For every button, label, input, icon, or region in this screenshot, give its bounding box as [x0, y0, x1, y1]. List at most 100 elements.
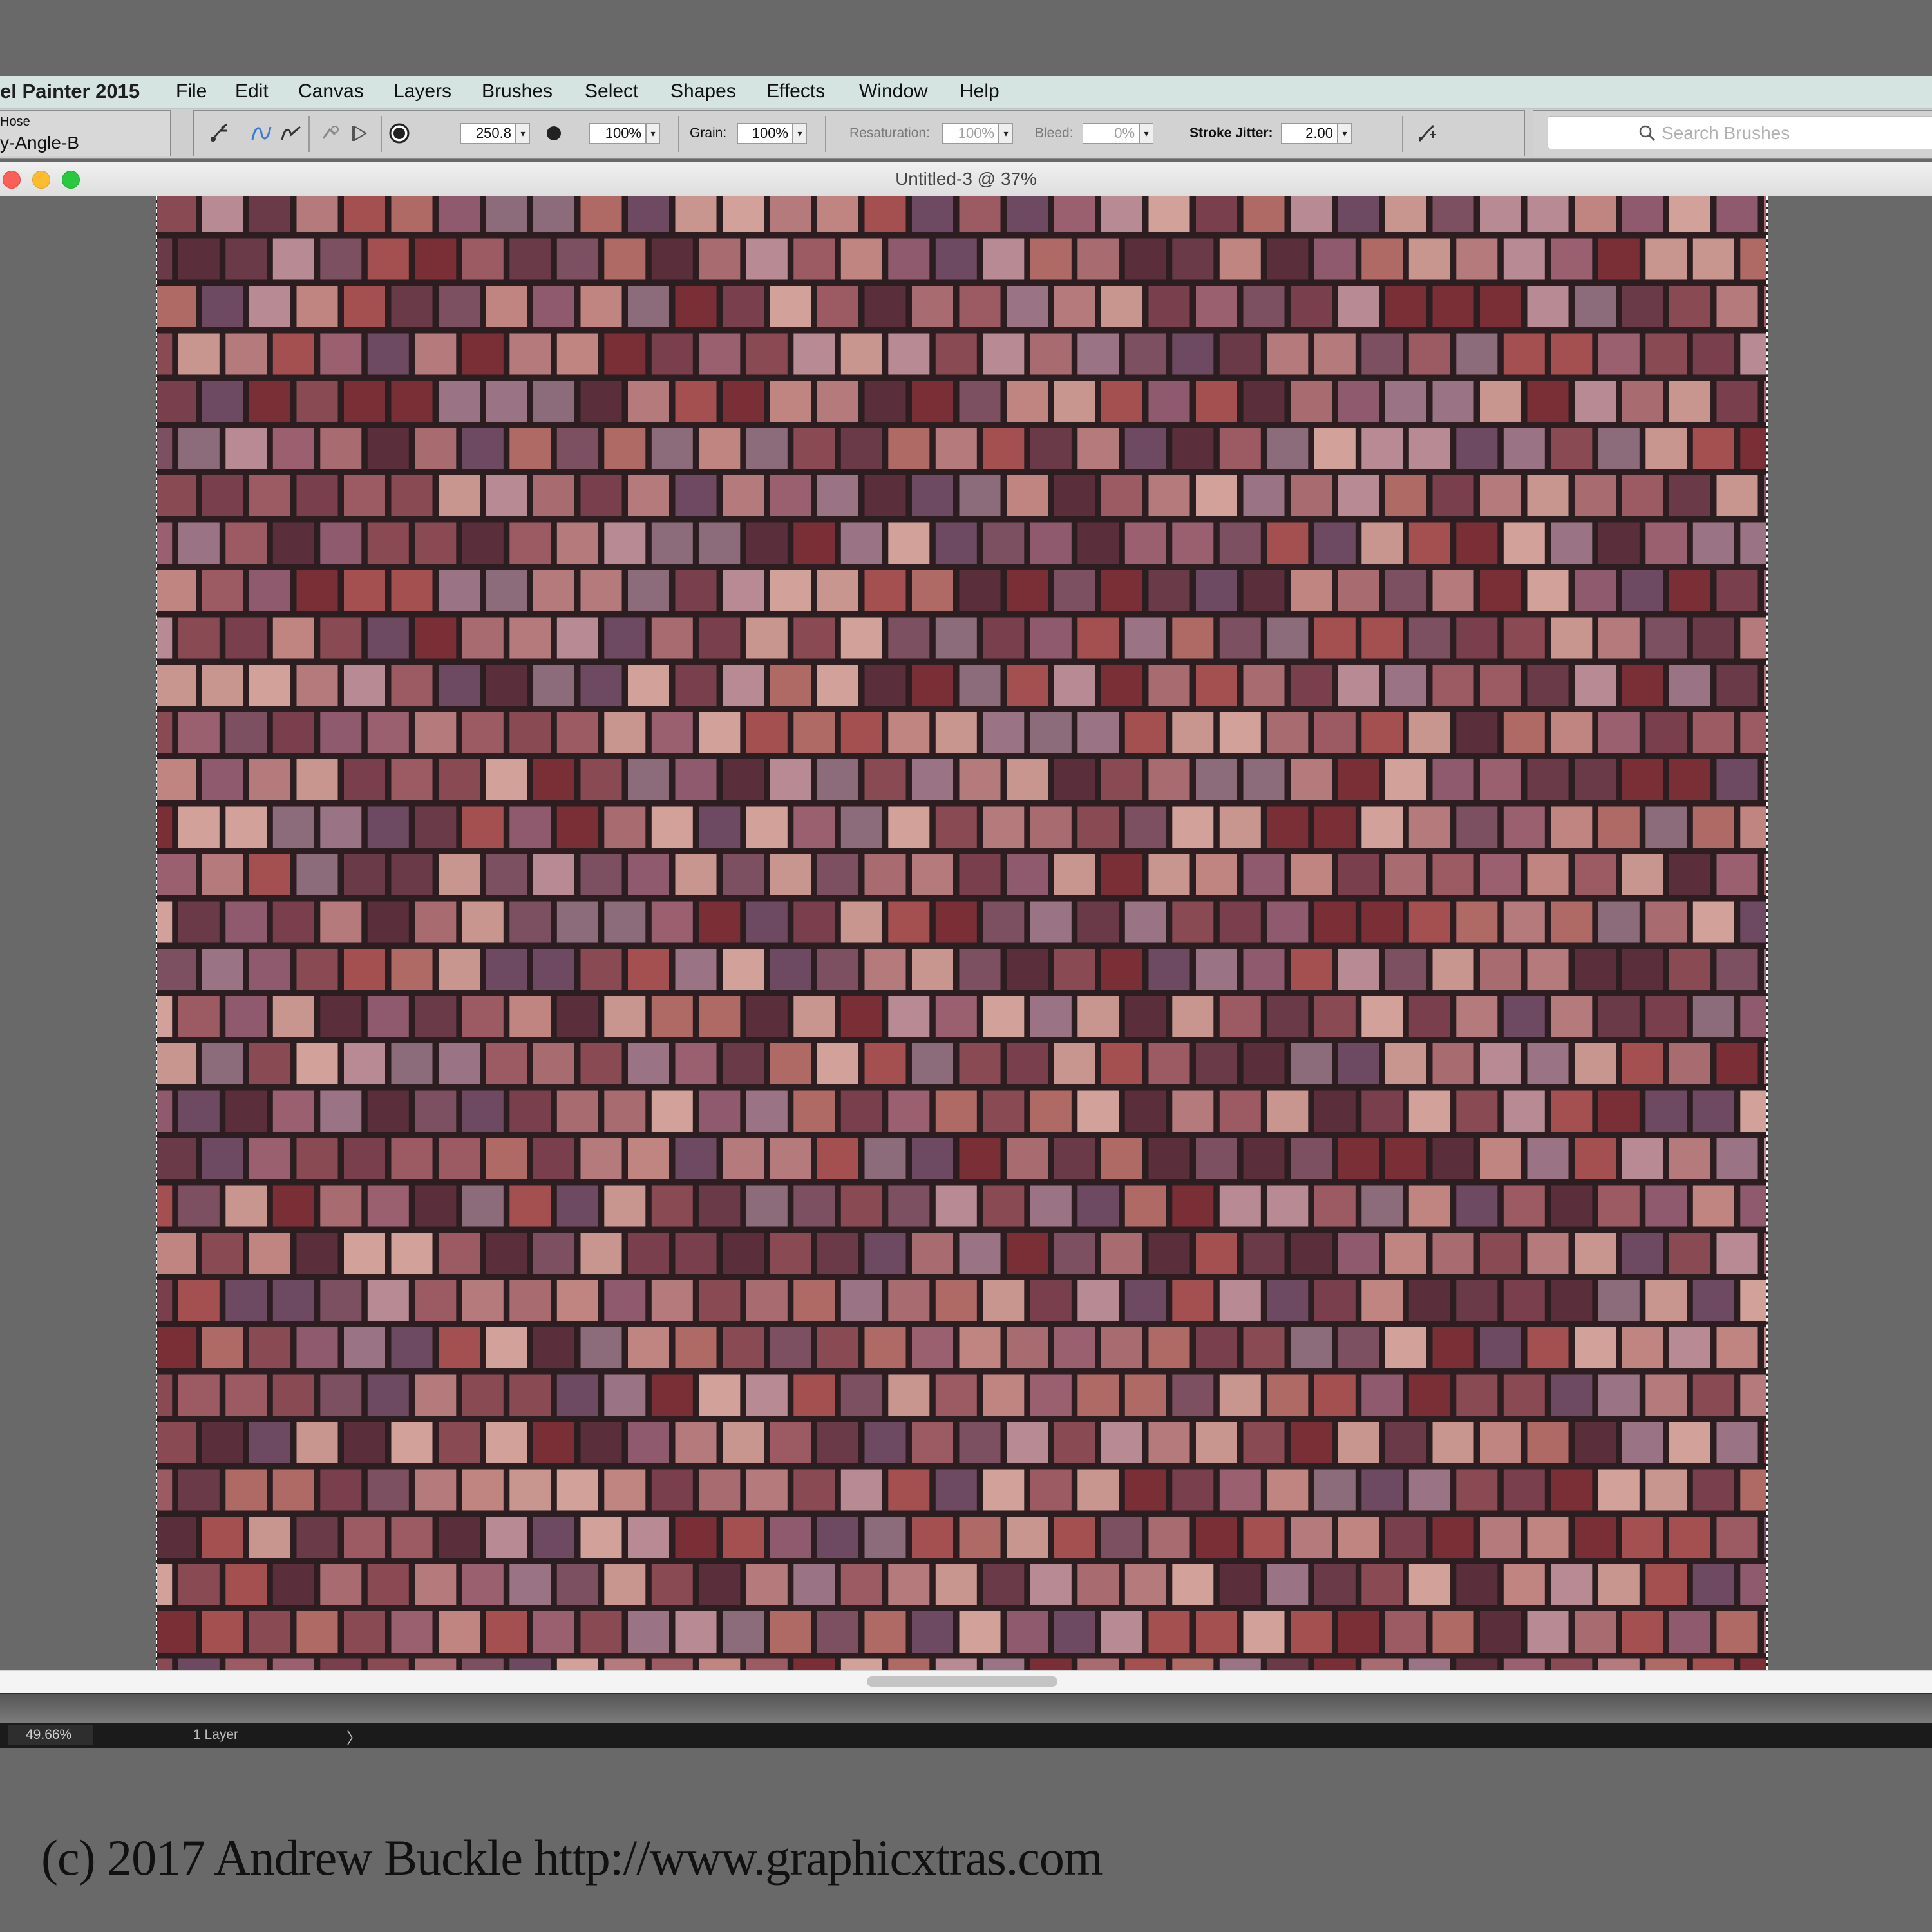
- mosaic-tile: [1692, 238, 1734, 280]
- mosaic-tile: [1480, 570, 1521, 611]
- mosaic-tile: [439, 570, 480, 611]
- mosaic-tile: [1267, 522, 1309, 564]
- mosaic-tile: [1219, 238, 1261, 280]
- opacity-dropdown[interactable]: ▾: [646, 123, 660, 144]
- mosaic-tile: [1764, 949, 1766, 990]
- mosaic-tile: [1077, 1374, 1119, 1416]
- mosaic-tile: [462, 1658, 504, 1670]
- menu-file[interactable]: File: [176, 80, 207, 102]
- mosaic-tile: [1148, 854, 1190, 895]
- mosaic-tile: [888, 1469, 930, 1511]
- mosaic-tile: [1764, 570, 1766, 611]
- mosaic-tile: [1716, 1422, 1758, 1463]
- mosaic-tile: [533, 1043, 574, 1084]
- mosaic-tile: [723, 1138, 764, 1179]
- mosaic-tile: [1622, 665, 1663, 706]
- mosaic-tile: [1101, 665, 1142, 706]
- mosaic-tile: [604, 1185, 646, 1227]
- bleed-field[interactable]: 0%: [1083, 123, 1139, 144]
- mosaic-tile: [840, 238, 882, 280]
- resaturation-field[interactable]: 100%: [942, 123, 999, 144]
- mosaic-tile: [1598, 1185, 1640, 1227]
- mosaic-tile: [1692, 1280, 1734, 1321]
- mosaic-tile: [1503, 1658, 1545, 1670]
- mosaic-tile: [959, 1327, 1001, 1368]
- mosaic-tile: [344, 570, 385, 611]
- resaturation-dropdown[interactable]: ▾: [999, 123, 1013, 144]
- mosaic-tile: [723, 854, 764, 895]
- mosaic-tile: [1148, 196, 1190, 232]
- mosaic-tile: [1692, 1658, 1734, 1670]
- mosaic-tile: [1740, 1185, 1766, 1227]
- mosaic-tile: [462, 806, 504, 848]
- search-brushes-input[interactable]: Search Brushes: [1548, 116, 1932, 149]
- mosaic-tile: [1172, 712, 1214, 753]
- mosaic-tile: [1527, 1517, 1569, 1558]
- mosaic-tile: [1030, 1280, 1072, 1321]
- straight-stroke-icon[interactable]: [279, 121, 303, 146]
- brush-calibration-icon[interactable]: [1415, 121, 1439, 146]
- mosaic-tile: [1172, 901, 1214, 943]
- mosaic-tile: [1077, 333, 1119, 375]
- mosaic-tile: [935, 996, 977, 1037]
- zoom-level[interactable]: 49.66%: [8, 1725, 93, 1745]
- opacity-field[interactable]: 100%: [589, 123, 646, 144]
- mosaic-tile: [202, 1233, 243, 1274]
- mosaic-tile: [391, 665, 433, 706]
- menu-canvas[interactable]: Canvas: [298, 80, 364, 102]
- grain-field[interactable]: 100%: [737, 123, 793, 144]
- menu-layers[interactable]: Layers: [393, 80, 451, 102]
- grain-dropdown[interactable]: ▾: [793, 123, 807, 144]
- bleed-dropdown[interactable]: ▾: [1139, 123, 1153, 144]
- mosaic-tile: [296, 854, 338, 895]
- mosaic-tile: [320, 901, 362, 943]
- menu-effects[interactable]: Effects: [766, 80, 825, 102]
- mosaic-tile: [651, 1469, 693, 1511]
- mosaic-tile: [462, 1280, 504, 1321]
- mosaic-tile: [1124, 1280, 1166, 1321]
- mosaic-tile: [1740, 806, 1766, 848]
- menu-select[interactable]: Select: [585, 80, 638, 102]
- mosaic-tile: [225, 617, 267, 659]
- mosaic-tile: [675, 570, 717, 611]
- menu-help[interactable]: Help: [960, 80, 999, 102]
- menu-shapes[interactable]: Shapes: [670, 80, 736, 102]
- stroke-jitter-dropdown[interactable]: ▾: [1338, 123, 1352, 144]
- mosaic-tile: [1692, 428, 1734, 469]
- horizontal-scroll-thumb[interactable]: [867, 1676, 1057, 1687]
- brush-ghost-icon[interactable]: [347, 121, 372, 146]
- reset-tool-icon[interactable]: [317, 121, 342, 146]
- freehand-stroke-icon[interactable]: [249, 121, 274, 146]
- mosaic-tile: [840, 901, 882, 943]
- mosaic-tile: [628, 1611, 669, 1653]
- mosaic-tile: [770, 381, 811, 422]
- size-field[interactable]: 250.8: [460, 123, 516, 144]
- menu-window[interactable]: Window: [859, 80, 928, 102]
- mosaic-tile: [817, 1233, 858, 1274]
- mosaic-tile: [1456, 1280, 1498, 1321]
- mosaic-tile: [1101, 1422, 1142, 1463]
- mosaic-tile: [249, 475, 290, 516]
- mosaic-tile: [178, 522, 220, 564]
- mosaic-tile: [1432, 949, 1474, 990]
- menu-brushes[interactable]: Brushes: [482, 80, 553, 102]
- layer-expand-arrow[interactable]: 〉: [346, 1725, 362, 1748]
- horizontal-scrollbar[interactable]: [0, 1670, 1932, 1694]
- mosaic-tile: [840, 1469, 882, 1511]
- mosaic-tile: [793, 806, 835, 848]
- stroke-jitter-field[interactable]: 2.00: [1281, 123, 1338, 144]
- mosaic-tile: [1124, 1469, 1166, 1511]
- mosaic-tile: [1030, 617, 1072, 659]
- brush-selector[interactable]: Hose y-Angle-B: [0, 110, 171, 156]
- menu-edit[interactable]: Edit: [235, 80, 269, 102]
- mosaic-tile: [272, 1185, 314, 1227]
- image-hose-tool-icon[interactable]: [207, 121, 231, 146]
- mosaic-tile: [1764, 286, 1766, 327]
- mosaic-tile: [983, 806, 1025, 848]
- layer-count: 1 Layer: [193, 1727, 239, 1742]
- mosaic-canvas[interactable]: [156, 196, 1768, 1670]
- mosaic-tile: [1267, 1185, 1309, 1227]
- mosaic-tile: [509, 617, 551, 659]
- mosaic-tile: [1740, 428, 1766, 469]
- size-dropdown[interactable]: ▾: [516, 123, 530, 144]
